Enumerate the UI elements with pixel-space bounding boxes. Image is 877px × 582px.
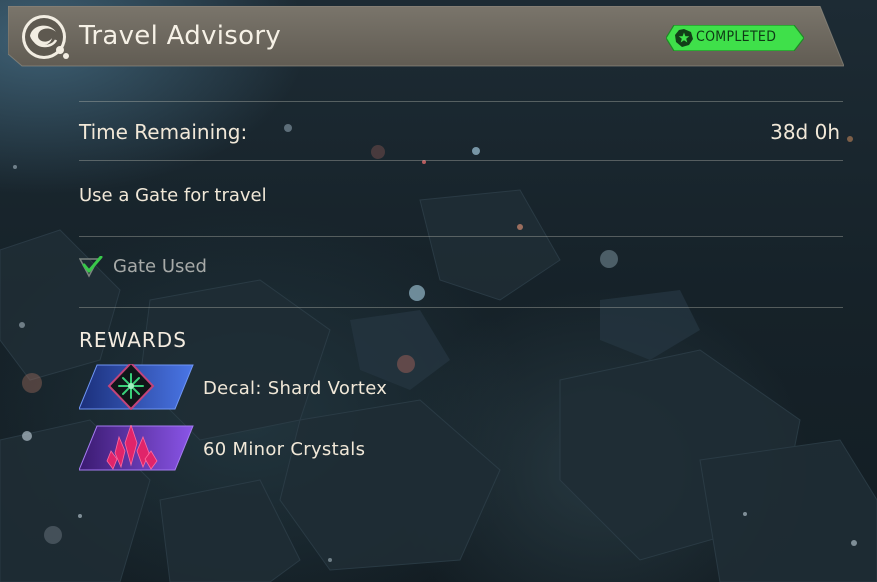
reward-item[interactable]: Decal: Shard Vortex xyxy=(79,364,579,410)
status-badge-label: COMPLETED xyxy=(696,29,777,45)
divider xyxy=(79,101,843,102)
objective-text: Use a Gate for travel xyxy=(79,185,267,206)
star-check-icon xyxy=(675,29,693,47)
status-badge: COMPLETED xyxy=(665,24,805,52)
checklist-item-label: Gate Used xyxy=(113,256,207,277)
reward-label: 60 Minor Crystals xyxy=(203,439,366,460)
swirl-emblem-icon xyxy=(22,15,69,59)
decal-shard-vortex-icon xyxy=(79,364,194,410)
reward-label: Decal: Shard Vortex xyxy=(203,378,388,399)
space-background xyxy=(0,124,877,582)
rewards-heading: REWARDS xyxy=(79,328,187,352)
divider xyxy=(79,307,843,308)
minor-crystals-icon xyxy=(79,425,194,471)
time-remaining-value: 38d 0h xyxy=(770,120,840,144)
checkbox-checked-icon xyxy=(79,256,103,278)
divider xyxy=(79,160,843,161)
reward-item[interactable]: 60 Minor Crystals xyxy=(79,425,579,471)
divider xyxy=(79,236,843,237)
quest-title: Travel Advisory xyxy=(79,21,282,51)
quest-header: Travel Advisory COMPLETED xyxy=(8,6,844,67)
time-remaining-label: Time Remaining: xyxy=(79,120,248,144)
